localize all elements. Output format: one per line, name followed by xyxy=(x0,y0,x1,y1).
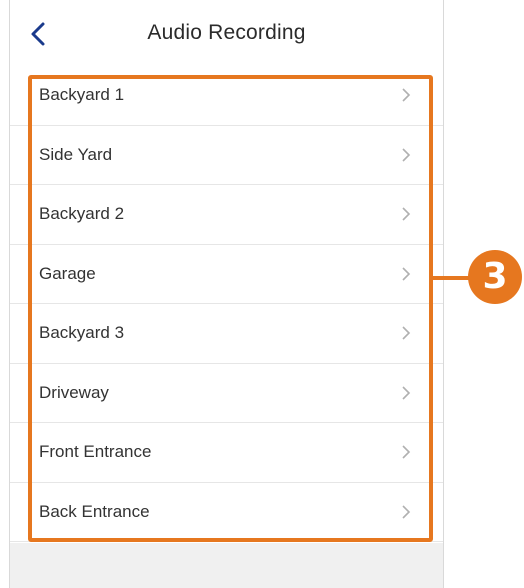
chevron-right-icon xyxy=(402,445,411,459)
list-item-label: Side Yard xyxy=(39,144,113,164)
list-item-label: Backyard 2 xyxy=(39,204,125,224)
phone-screen: Audio Recording Backyard 1 Side Yard Bac… xyxy=(9,0,444,588)
chevron-right-icon xyxy=(402,207,411,221)
list-item[interactable]: Back Entrance xyxy=(10,482,443,542)
chevron-right-icon xyxy=(402,326,411,340)
header-bar: Audio Recording xyxy=(10,0,443,66)
footer-area xyxy=(10,543,443,588)
list-item[interactable]: Side Yard xyxy=(10,125,443,185)
camera-list: Backyard 1 Side Yard Backyard 2 Garage B… xyxy=(10,66,443,542)
list-item-label: Garage xyxy=(39,263,96,283)
list-item-label: Front Entrance xyxy=(39,442,152,462)
page-title: Audio Recording xyxy=(147,21,306,44)
chevron-right-icon xyxy=(402,88,411,102)
list-item[interactable]: Garage xyxy=(10,244,443,304)
list-item[interactable]: Driveway xyxy=(10,363,443,423)
list-item[interactable]: Backyard 2 xyxy=(10,185,443,245)
list-item-label: Driveway xyxy=(39,382,109,402)
annotation-callout-line xyxy=(431,276,471,280)
list-item-label: Backyard 3 xyxy=(39,323,125,343)
annotation-badge: 3 xyxy=(468,250,522,304)
chevron-right-icon xyxy=(402,267,411,281)
list-item[interactable]: Backyard 3 xyxy=(10,304,443,364)
list-item[interactable]: Front Entrance xyxy=(10,423,443,483)
list-item-label: Backyard 1 xyxy=(39,85,125,105)
list-item[interactable]: Backyard 1 xyxy=(10,66,443,126)
list-item-label: Back Entrance xyxy=(39,501,150,521)
chevron-right-icon xyxy=(402,386,411,400)
stage: Audio Recording Backyard 1 Side Yard Bac… xyxy=(0,0,524,588)
chevron-right-icon xyxy=(402,505,411,519)
chevron-right-icon xyxy=(402,148,411,162)
